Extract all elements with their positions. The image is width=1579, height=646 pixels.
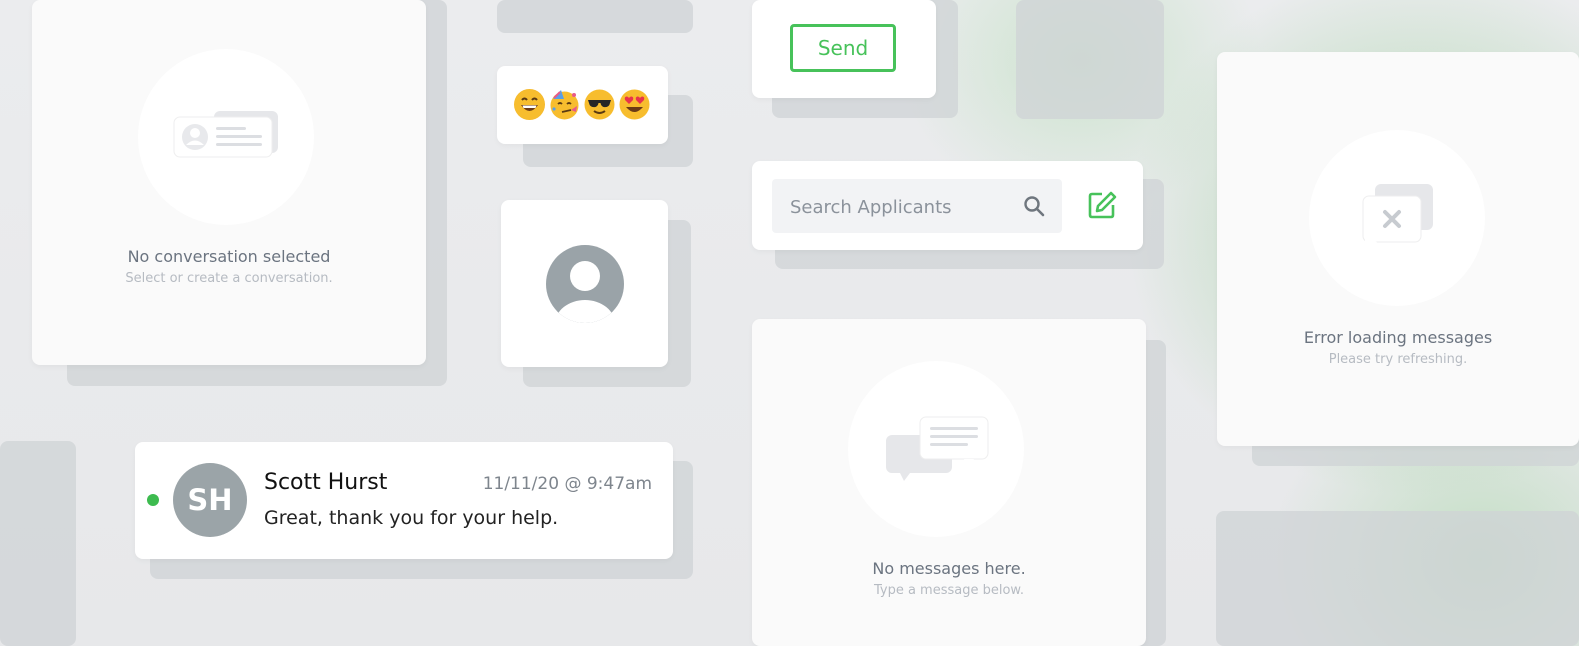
empty-conversation-card: No conversation selected Select or creat… [32, 0, 426, 365]
heart-eyes-emoji-icon[interactable] [619, 89, 650, 120]
error-messages-title: Error loading messages [1303, 328, 1493, 347]
empty-messages-title: No messages here. [872, 559, 1026, 578]
error-messages-subtitle: Please try refreshing. [1328, 352, 1468, 367]
grinning-emoji-icon[interactable] [514, 89, 545, 120]
contact-card-icon [172, 109, 282, 163]
error-messages-card: Error loading messages Please try refres… [1217, 52, 1579, 446]
empty-messages-subtitle: Type a message below. [873, 583, 1025, 598]
empty-messages-card: No messages here. Type a message below. [752, 319, 1146, 646]
shadow-block [497, 0, 693, 33]
emoji-picker [497, 66, 668, 144]
contact-name: Scott Hurst [264, 470, 388, 495]
search-card [752, 161, 1143, 250]
empty-conversation-illustration [138, 49, 314, 225]
search-input[interactable] [788, 179, 1022, 235]
avatar: SH [173, 463, 247, 537]
avatar-initials: SH [187, 483, 233, 517]
cool-sunglasses-emoji-icon[interactable] [584, 89, 615, 120]
shadow-block [0, 441, 76, 646]
empty-messages-illustration [848, 361, 1024, 537]
compose-icon[interactable] [1087, 190, 1117, 224]
search-box [772, 179, 1062, 235]
profile-placeholder-card [501, 200, 668, 367]
partying-face-emoji-icon[interactable] [549, 89, 580, 120]
empty-conversation-title: No conversation selected [127, 247, 331, 266]
empty-conversation-subtitle: Select or create a conversation. [125, 271, 333, 286]
error-messages-illustration [1309, 130, 1485, 306]
shadow-block [1216, 511, 1579, 646]
conversation-list-item[interactable]: SH Scott Hurst 11/11/20 @ 9:47am Great, … [135, 442, 673, 559]
online-status-dot [147, 494, 159, 506]
user-avatar-icon [545, 244, 625, 328]
send-button[interactable]: Send [790, 24, 896, 72]
message-preview: Great, thank you for your help. [264, 507, 559, 529]
shadow-block [1016, 0, 1164, 119]
chat-bubbles-icon [884, 415, 990, 485]
message-timestamp: 11/11/20 @ 9:47am [482, 474, 652, 494]
search-icon[interactable] [1022, 194, 1046, 222]
chat-error-icon [1361, 182, 1437, 262]
emoji-row [512, 89, 652, 120]
send-button-card: Send [752, 0, 936, 98]
